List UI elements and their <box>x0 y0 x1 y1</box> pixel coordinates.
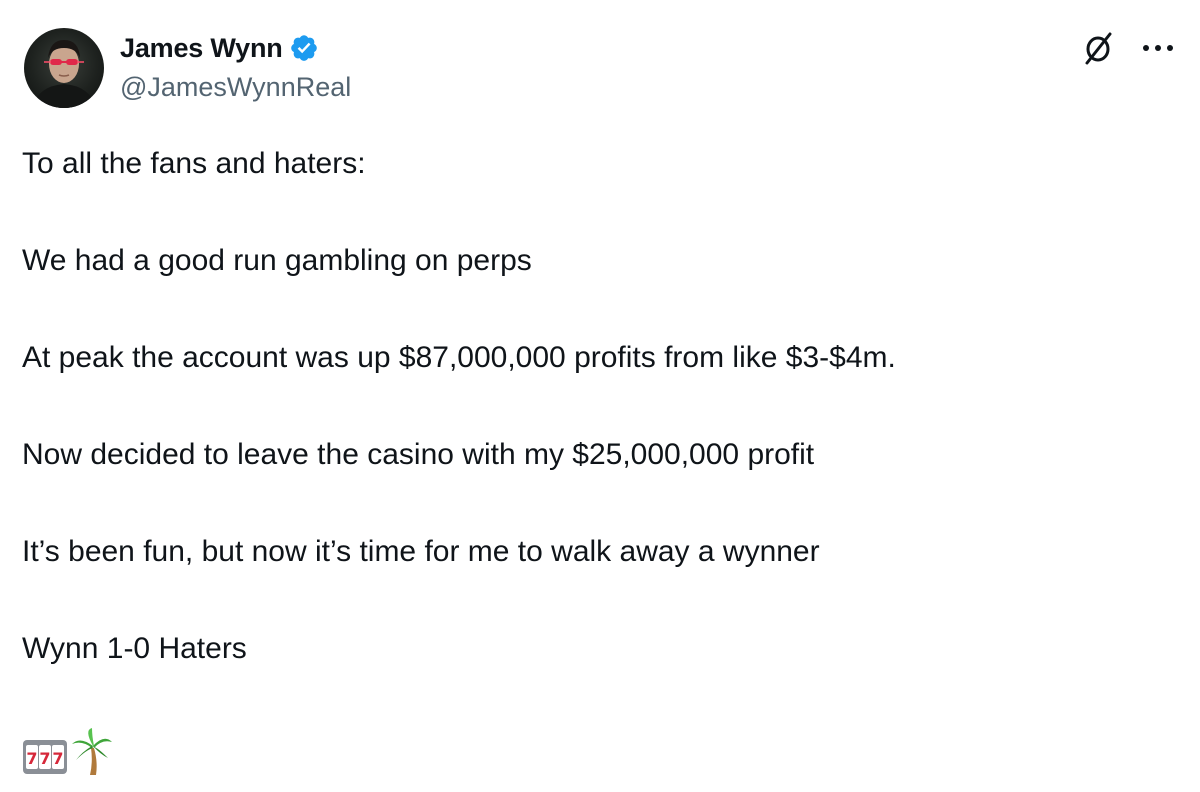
author-display-name[interactable]: James Wynn <box>120 33 283 64</box>
verified-badge-icon <box>289 33 319 63</box>
tweet-card: James Wynn @JamesWynnReal To all the fan… <box>0 0 1200 792</box>
author-handle[interactable]: @JamesWynnReal <box>120 72 351 103</box>
tweet-paragraph: Now decided to leave the casino with my … <box>22 438 815 471</box>
avatar[interactable] <box>24 28 104 108</box>
tweet-text: To all the fans and haters: We had a goo… <box>22 140 1172 722</box>
svg-text:7: 7 <box>39 749 50 768</box>
author-name-row: James Wynn <box>120 30 319 66</box>
tweet-paragraph: To all the fans and haters: <box>22 147 366 180</box>
tweet-paragraph: Wynn 1-0 Haters <box>22 632 247 665</box>
slot-machine-emoji-icon: 7 7 7 <box>22 736 68 781</box>
svg-text:7: 7 <box>52 749 63 768</box>
avatar-image <box>32 40 96 108</box>
svg-text:7: 7 <box>26 749 37 768</box>
tweet-paragraph: At peak the account was up $87,000,000 p… <box>22 341 896 374</box>
emoji-row: 7 7 7 <box>22 728 114 781</box>
tweet-paragraph: We had a good run gambling on perps <box>22 244 532 277</box>
grok-icon[interactable] <box>1080 30 1116 66</box>
tweet-paragraph: It’s been fun, but now it’s time for me … <box>22 535 820 568</box>
palm-tree-emoji-icon <box>70 728 114 781</box>
more-options-icon[interactable] <box>1138 36 1178 60</box>
